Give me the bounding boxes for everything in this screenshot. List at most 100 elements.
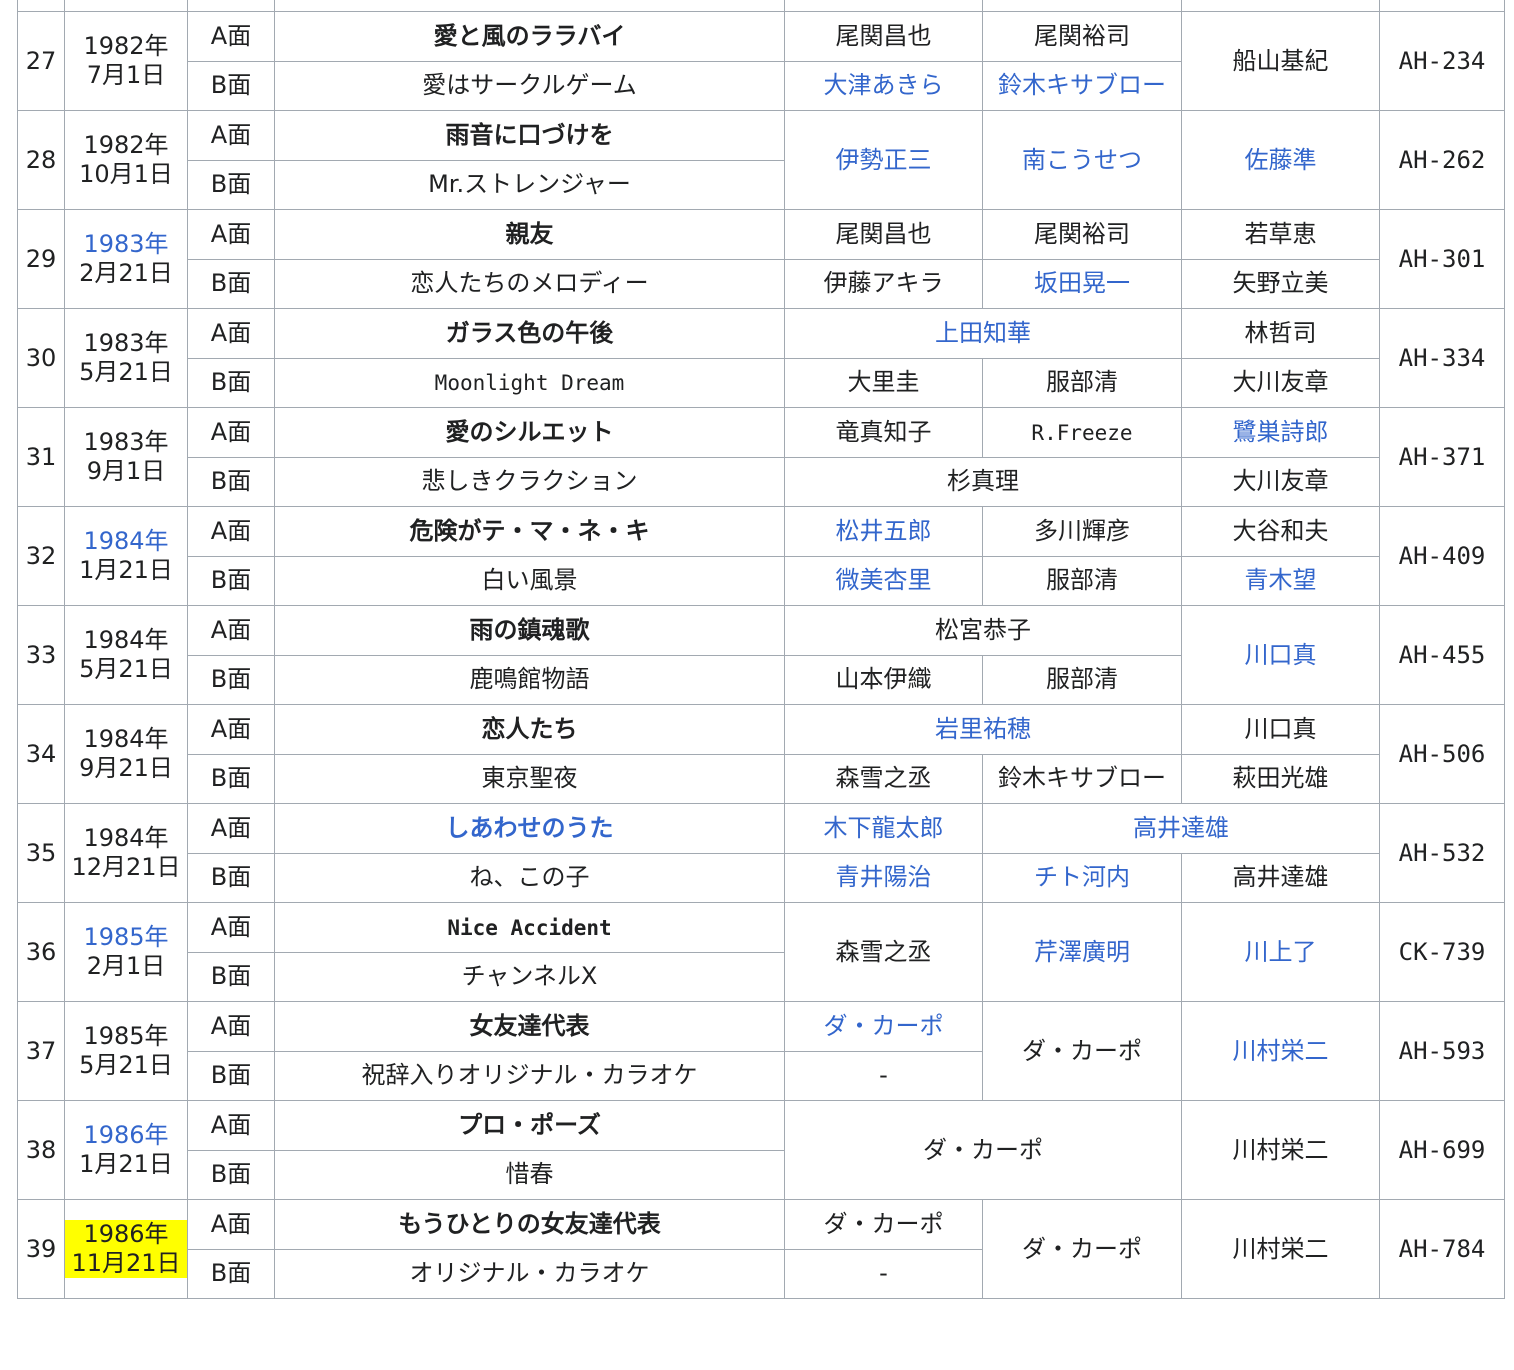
arranger-text: 大谷和夫 [1232, 516, 1329, 545]
release-number: 34 [17, 704, 65, 804]
b-side-label: B面 [187, 951, 275, 1002]
b-side-label-text: B面 [210, 1259, 252, 1288]
a-side-title-text: 危険がテ・マ・ネ・キ [409, 516, 650, 545]
arranger-link[interactable]: 川口真 [1245, 641, 1317, 669]
composer: 多川輝彦 [982, 506, 1182, 557]
release-number: 28 [17, 110, 65, 210]
lyricist: 青井陽治 [784, 852, 983, 903]
release-day: 2月21日 [79, 259, 173, 287]
b-side-label: B面 [187, 753, 275, 804]
release-day: 1月21日 [79, 556, 173, 584]
arranger: 川村栄二 [1181, 1100, 1380, 1200]
b-side-title-text: オリジナル・カラオケ [409, 1259, 650, 1288]
release-year[interactable]: 1986年 [83, 1121, 168, 1149]
catalog-number: AH-409 [1379, 506, 1505, 606]
composer: ダ・カーポ [982, 1199, 1182, 1299]
release-number-text: 35 [25, 838, 57, 867]
release-year[interactable]: 1984年 [83, 527, 168, 555]
composer-text: 服部清 [1046, 566, 1118, 595]
release-year: 1986年 [65, 1220, 187, 1249]
a-side-label: A面 [187, 902, 275, 953]
catalog-number-text: CK-739 [1398, 937, 1486, 966]
composer-text: 鈴木キサブロー [998, 764, 1166, 793]
a-side-title-text: 雨音に口づけを [445, 120, 614, 149]
lyricist-link[interactable]: 木下龍太郎 [824, 814, 944, 842]
lyricist-link[interactable]: 伊勢正三 [836, 146, 932, 174]
a-side-label: A面 [187, 506, 275, 557]
composer-text: ダ・カーポ [1022, 1036, 1142, 1065]
arranger: 青木望 [1181, 555, 1380, 606]
composer-link[interactable]: 坂田晃一 [1034, 269, 1130, 297]
lyricist-text: - [879, 1259, 888, 1288]
composer: 鈴木キサブロー [982, 753, 1182, 804]
a-side-title: 女友達代表 [274, 1001, 785, 1052]
a-side-label-text: A面 [210, 813, 252, 842]
lyricist-composer-link[interactable]: 岩里祐穂 [935, 715, 1031, 743]
release-date: 1986年 1月21日 [64, 1100, 188, 1200]
lyricist-link[interactable]: 大津あきら [824, 71, 944, 99]
lyricist-composer-text: ダ・カーポ [923, 1135, 1043, 1164]
catalog-number: AH-506 [1379, 704, 1505, 804]
release-day: 1月21日 [79, 1150, 173, 1178]
lyricist-composer: 岩里祐穂 [784, 704, 1182, 755]
table-row: B面 Moonlight Dream 大里圭 服部清 大川友章 [18, 357, 1505, 408]
release-number-text: 36 [25, 937, 57, 966]
arranger-text: 高井達雄 [1232, 863, 1329, 892]
release-date: 1983年 9月1日 [64, 407, 188, 507]
release-day: 10月1日 [79, 160, 173, 188]
composer-text: ダ・カーポ [1022, 1234, 1142, 1263]
composer-link[interactable]: 南こうせつ [1022, 146, 1142, 174]
arranger-link[interactable]: 川上了 [1245, 938, 1317, 966]
a-side-title-link[interactable]: しあわせのうた [446, 814, 614, 842]
a-side-title: 愛と風のララバイ [274, 11, 785, 62]
a-side-label: A面 [187, 605, 275, 656]
catalog-number-text: AH-699 [1398, 1135, 1486, 1164]
composer-arranger-link[interactable]: 高井達雄 [1133, 814, 1229, 842]
a-side-label: A面 [187, 308, 275, 359]
b-side-title-text: 惜春 [505, 1160, 554, 1189]
arranger-link[interactable]: 青木望 [1245, 566, 1317, 594]
table-row: B面 悲しきクラクション 杉真理 大川友章 [18, 456, 1505, 507]
release-year[interactable]: 1983年 [83, 230, 168, 258]
lyricist-link[interactable]: 微美杏里 [836, 566, 932, 594]
lyricist: 竜真知子 [784, 407, 983, 458]
b-side-title: 祝辞入りオリジナル・カラオケ [274, 1050, 785, 1101]
a-side-title: 恋人たち [274, 704, 785, 755]
catalog-number-text: AH-334 [1398, 343, 1486, 372]
composer-text: 多川輝彦 [1034, 516, 1130, 545]
lyricist-link[interactable]: ダ・カーポ [824, 1012, 944, 1040]
lyricist-text: - [879, 1061, 888, 1090]
composer-link[interactable]: 芹澤廣明 [1034, 938, 1130, 966]
b-side-label-text: B面 [210, 863, 252, 892]
arranger: 川村栄二 [1181, 1001, 1380, 1101]
b-side-title: 惜春 [274, 1149, 785, 1200]
lyricist-composer-text: 松宮恭子 [935, 615, 1031, 644]
a-side-label: A面 [187, 110, 275, 161]
arranger-link[interactable]: 川村栄二 [1233, 1037, 1329, 1065]
a-side-label-text: A面 [210, 417, 252, 446]
arranger-text: 林哲司 [1244, 318, 1317, 347]
composer-link[interactable]: チト河内 [1034, 863, 1130, 891]
release-number-text: 37 [25, 1036, 57, 1065]
table-row: B面 東京聖夜 森雪之丞 鈴木キサブロー 萩田光雄 [18, 753, 1505, 804]
lyricist: - [784, 1248, 983, 1299]
composer: 尾関裕司 [982, 209, 1182, 260]
arranger-link[interactable]: 佐藤準 [1245, 146, 1317, 174]
composer: R.Freeze [982, 407, 1182, 458]
lyricist: 伊勢正三 [784, 110, 983, 210]
release-number-text: 27 [25, 46, 57, 75]
a-side-title-text: 雨の鎮魂歌 [469, 615, 590, 644]
lyricist-link[interactable]: 青井陽治 [836, 863, 932, 891]
composer-link[interactable]: 鈴木キサブロー [998, 71, 1166, 99]
lyricist-link[interactable]: 松井五郎 [836, 517, 932, 545]
release-number: 30 [17, 308, 65, 408]
lyricist: 松井五郎 [784, 506, 983, 557]
composer: ダ・カーポ [982, 1001, 1182, 1101]
arranger-text: 船山基紀 [1232, 46, 1329, 75]
arranger-link[interactable]: 鷺巣詩郎 [1233, 418, 1329, 446]
release-year: 1984年 [83, 824, 169, 853]
lyricist-composer-link[interactable]: 上田知華 [935, 319, 1031, 347]
b-side-label-text: B面 [210, 764, 252, 793]
table-row: 29 1983年 2月21日 A面 親友 尾関昌也 尾関裕司 若草恵 AH-301 [17, 209, 1505, 309]
release-year[interactable]: 1985年 [83, 923, 168, 951]
